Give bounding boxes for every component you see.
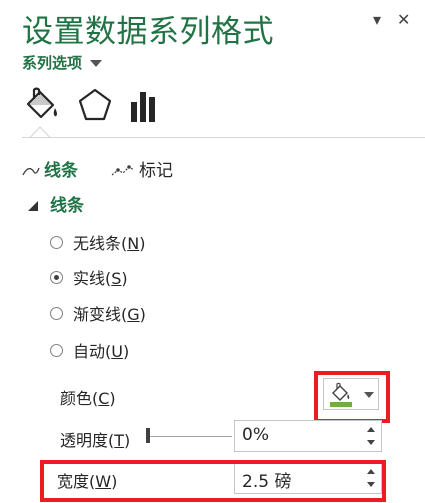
effects-tab[interactable] <box>75 86 115 126</box>
line-icon <box>22 167 40 176</box>
spin-up-icon[interactable] <box>367 427 375 432</box>
width-spinner[interactable]: 2.5 磅 <box>234 462 382 494</box>
tab-line-label: 线条 <box>44 161 78 181</box>
series-options-tab[interactable] <box>124 86 164 126</box>
color-picker-button[interactable] <box>323 378 379 410</box>
spin-down-icon[interactable] <box>367 482 375 487</box>
tab-marker-label: 标记 <box>139 161 173 181</box>
pentagon-icon <box>78 88 112 121</box>
radio-button[interactable] <box>50 306 63 320</box>
transparency-slider-track[interactable] <box>150 436 232 437</box>
color-label: 颜色(C) <box>60 389 116 408</box>
radio-no-line[interactable]: 无线条(N) <box>50 230 145 254</box>
spin-up-icon[interactable] <box>367 469 375 474</box>
color-swatch <box>330 402 352 407</box>
radio-button-selected[interactable] <box>50 270 63 284</box>
radio-button[interactable] <box>50 343 63 357</box>
radio-solid-line[interactable]: 实线(S) <box>50 265 128 289</box>
radio-label: 自动(U) <box>73 342 130 361</box>
chevron-down-icon <box>364 392 374 398</box>
transparency-label: 透明度(T) <box>60 431 131 450</box>
section-line-header[interactable]: 线条 <box>28 191 84 216</box>
series-options-dropdown[interactable]: 系列选项 <box>22 52 103 73</box>
close-icon[interactable]: ✕ <box>397 10 410 29</box>
paint-bucket-icon <box>26 87 57 119</box>
radio-gradient-line[interactable]: 渐变线(G) <box>50 301 146 325</box>
bar-chart-icon <box>131 92 155 122</box>
transparency-value[interactable]: 0% <box>242 425 269 445</box>
width-value[interactable]: 2.5 磅 <box>242 467 291 492</box>
chevron-down-icon <box>90 60 103 67</box>
fill-line-tab[interactable] <box>22 86 62 126</box>
radio-automatic[interactable]: 自动(U) <box>50 338 129 362</box>
width-label: 宽度(W) <box>57 472 118 491</box>
radio-label: 实线(S) <box>73 269 128 288</box>
pane-options-icon[interactable]: ▾ <box>373 10 381 29</box>
series-options-label: 系列选项 <box>22 54 83 72</box>
pane-title: 设置数据系列格式 <box>22 14 274 50</box>
section-title: 线条 <box>50 196 84 216</box>
marker-line-icon <box>111 165 135 176</box>
spin-down-icon[interactable] <box>367 440 375 445</box>
radio-label: 渐变线(G) <box>73 305 146 324</box>
radio-button[interactable] <box>50 235 63 249</box>
tab-line[interactable]: 线条 <box>22 156 78 181</box>
collapse-icon <box>28 201 38 211</box>
radio-label: 无线条(N) <box>73 234 146 253</box>
tab-divider <box>22 137 425 138</box>
transparency-spinner[interactable]: 0% <box>234 420 382 452</box>
transparency-slider-thumb[interactable] <box>146 428 150 443</box>
tab-marker[interactable]: 标记 <box>110 156 173 181</box>
